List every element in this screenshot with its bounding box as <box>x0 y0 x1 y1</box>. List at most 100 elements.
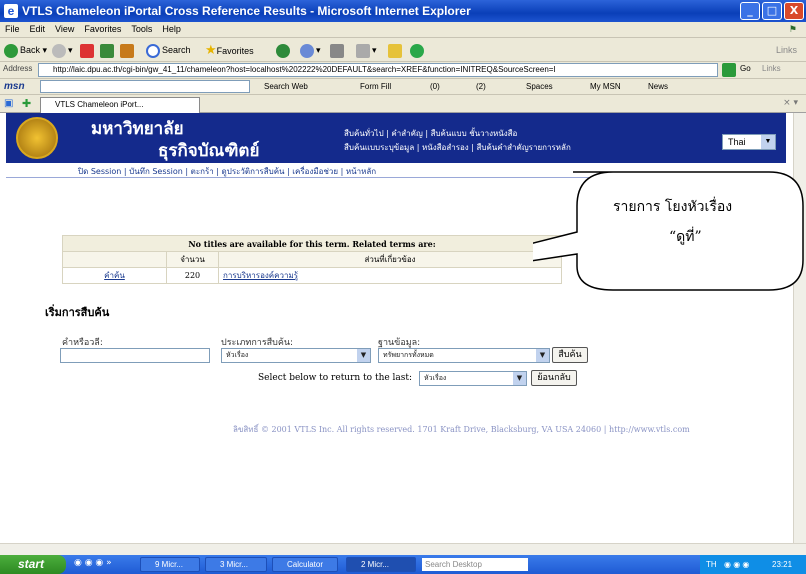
menu-tools[interactable]: Tools <box>126 22 157 36</box>
address-input[interactable]: http://laic.dpu.ac.th/cgi-bin/gw_41_11/c… <box>38 63 718 77</box>
back-search-button[interactable]: ย้อนกลับ <box>531 370 577 386</box>
windows-taskbar: start ◉ ◉ ◉ » 9 Micr... 3 Micr... Calcul… <box>0 555 806 574</box>
msn-toolbar: msn Search Web Form Fill (0) (2) Spaces … <box>0 79 806 95</box>
return-select[interactable]: หัวเรื่อง ▼ <box>419 371 527 386</box>
callout-annotation: รายการ โยงหัวเรื่อง “ดูที่” <box>362 166 806 364</box>
return-label: Select below to return to the last: <box>258 373 413 383</box>
history-button[interactable] <box>276 42 292 58</box>
messenger-icon <box>410 43 424 58</box>
refresh-button[interactable] <box>100 42 116 58</box>
col-count-header: จำนวน <box>166 251 219 268</box>
copyright-footer: ลิขสิทธิ์ © 2001 VTLS Inc. All rights re… <box>233 425 690 434</box>
col-related-header: ส่วนที่เกี่ยวข้อง <box>218 251 562 268</box>
tray-icons[interactable]: ◉ ◉ ◉ <box>724 555 749 574</box>
search-type-select[interactable]: หัวเรื่อง ▼ <box>221 348 371 363</box>
task-calculator[interactable]: Calculator <box>272 557 338 572</box>
msn-search-web-button[interactable]: Search Web <box>264 82 308 91</box>
home-button[interactable] <box>120 42 136 58</box>
task-word[interactable]: 9 Micr... <box>140 557 200 572</box>
start-button[interactable]: start <box>0 555 66 574</box>
search-links-row2[interactable]: สืบค้นแบบระบุข้อมูล | หนังสือสำรอง | สืบ… <box>344 141 571 154</box>
standard-toolbar: Back ▾ ▾ Search ★Favorites ▾ ▾ Links <box>0 38 806 62</box>
favorites-button[interactable]: ★Favorites <box>205 42 254 58</box>
university-name-line2: ธุรกิจบัณฑิตย์ <box>158 141 260 161</box>
history-icon <box>276 43 290 58</box>
msn-mail-count[interactable]: (0) <box>430 82 440 91</box>
task-ie[interactable]: 2 Micr... <box>346 557 416 572</box>
address-label: Address <box>3 64 33 73</box>
address-bar: Address http://laic.dpu.ac.th/cgi-bin/gw… <box>0 62 806 79</box>
print-button[interactable] <box>330 42 346 58</box>
university-seal-icon <box>16 117 58 159</box>
chevron-down-icon: ▼ <box>357 349 370 362</box>
mail-button[interactable]: ▾ <box>300 42 321 58</box>
back-arrow-icon <box>4 43 18 58</box>
window-title: VTLS Chameleon iPortal Cross Reference R… <box>22 4 471 18</box>
horizontal-scrollbar[interactable] <box>0 543 806 555</box>
tab-bar: ▣ ✚ VTLS Chameleon iPort... × ▾ <box>0 95 806 113</box>
search-type-label: ประเภทการสืบค้น: <box>221 338 294 348</box>
go-button[interactable]: Go <box>740 64 751 73</box>
back-button[interactable]: Back ▾ <box>4 42 47 58</box>
links-label[interactable]: Links <box>776 42 797 58</box>
folder-icon <box>388 43 402 58</box>
menu-view[interactable]: View <box>50 22 79 36</box>
stop-icon <box>80 43 94 58</box>
xref-row-count: 220 <box>166 267 219 284</box>
chevron-down-icon: ▼ <box>761 135 775 149</box>
search-icon <box>146 43 160 58</box>
windows-flag-icon: ⚑ <box>788 24 797 34</box>
quick-launch-icons[interactable]: ◉ ◉ ◉ » <box>74 558 112 568</box>
term-label: คำหรือวลี: <box>62 338 103 348</box>
refresh-icon <box>100 43 114 58</box>
folder-button[interactable] <box>388 42 404 58</box>
links-label-2[interactable]: Links <box>762 64 781 73</box>
search-links-row1[interactable]: สืบค้นทั่วไป | คำสำคัญ | สืบค้นแบบ ชั้นว… <box>344 127 517 140</box>
term-input[interactable] <box>60 348 210 363</box>
database-select[interactable]: ทรัพยากรทั้งหมด ▼ <box>378 348 550 363</box>
language-select[interactable]: Thai ▼ <box>722 134 776 150</box>
msn-news-button[interactable]: News <box>648 82 668 91</box>
tray-clock: 23:21 <box>772 560 793 569</box>
tab-vtls[interactable]: VTLS Chameleon iPort... <box>40 97 200 113</box>
home-icon <box>120 43 134 58</box>
go-arrow-icon[interactable] <box>722 63 736 77</box>
close-tab-icon[interactable]: × ▾ <box>783 98 798 108</box>
menu-help[interactable]: Help <box>157 22 186 36</box>
window-titlebar: e VTLS Chameleon iPortal Cross Reference… <box>0 0 806 22</box>
tray-language[interactable]: TH <box>706 555 717 574</box>
tab-list-icon[interactable]: ▣ <box>4 98 13 109</box>
stop-button[interactable] <box>80 42 96 58</box>
cross-reference-table: No titles are available for this term. R… <box>62 235 562 284</box>
xref-term-link[interactable]: การบริหารองค์ความรู้ <box>223 271 298 280</box>
menu-bar: File Edit View Favorites Tools Help ⚑ <box>0 22 806 38</box>
msn-my-msn-button[interactable]: My MSN <box>590 82 621 91</box>
search-heading: เริ่มการสืบค้น <box>45 306 110 319</box>
menu-file[interactable]: File <box>0 22 25 36</box>
edit-button[interactable]: ▾ <box>356 42 377 58</box>
msn-messenger-count[interactable]: (2) <box>476 82 486 91</box>
msn-search-input[interactable] <box>40 80 250 93</box>
menu-edit[interactable]: Edit <box>25 22 51 36</box>
desktop-search-input[interactable]: Search Desktop <box>422 558 528 571</box>
task-excel[interactable]: 3 Micr... <box>205 557 267 572</box>
system-tray: TH ◉ ◉ ◉ 23:21 <box>700 555 806 574</box>
xref-row-label: คำค้น <box>62 267 167 284</box>
minimize-button[interactable]: _ <box>740 2 760 20</box>
library-banner: มหาวิทยาลัย ธุรกิจบัณฑิตย์ สืบค้นทั่วไป … <box>6 113 786 163</box>
new-tab-icon[interactable]: ✚ <box>22 97 31 110</box>
maximize-button[interactable]: □ <box>762 2 782 20</box>
mail-icon <box>300 43 314 58</box>
callout-line2: “ดูที่” <box>669 229 702 245</box>
ie-icon: e <box>4 4 18 18</box>
edit-icon <box>356 43 370 58</box>
msn-form-fill-button[interactable]: Form Fill <box>360 82 391 91</box>
print-icon <box>330 43 344 58</box>
msn-spaces-button[interactable]: Spaces <box>526 82 553 91</box>
messenger-button[interactable] <box>410 42 426 58</box>
forward-button[interactable]: ▾ <box>52 42 73 58</box>
menu-favorites[interactable]: Favorites <box>79 22 126 36</box>
search-button[interactable]: Search <box>146 42 191 58</box>
close-button[interactable]: X <box>784 2 804 20</box>
star-icon: ★ <box>205 42 217 57</box>
